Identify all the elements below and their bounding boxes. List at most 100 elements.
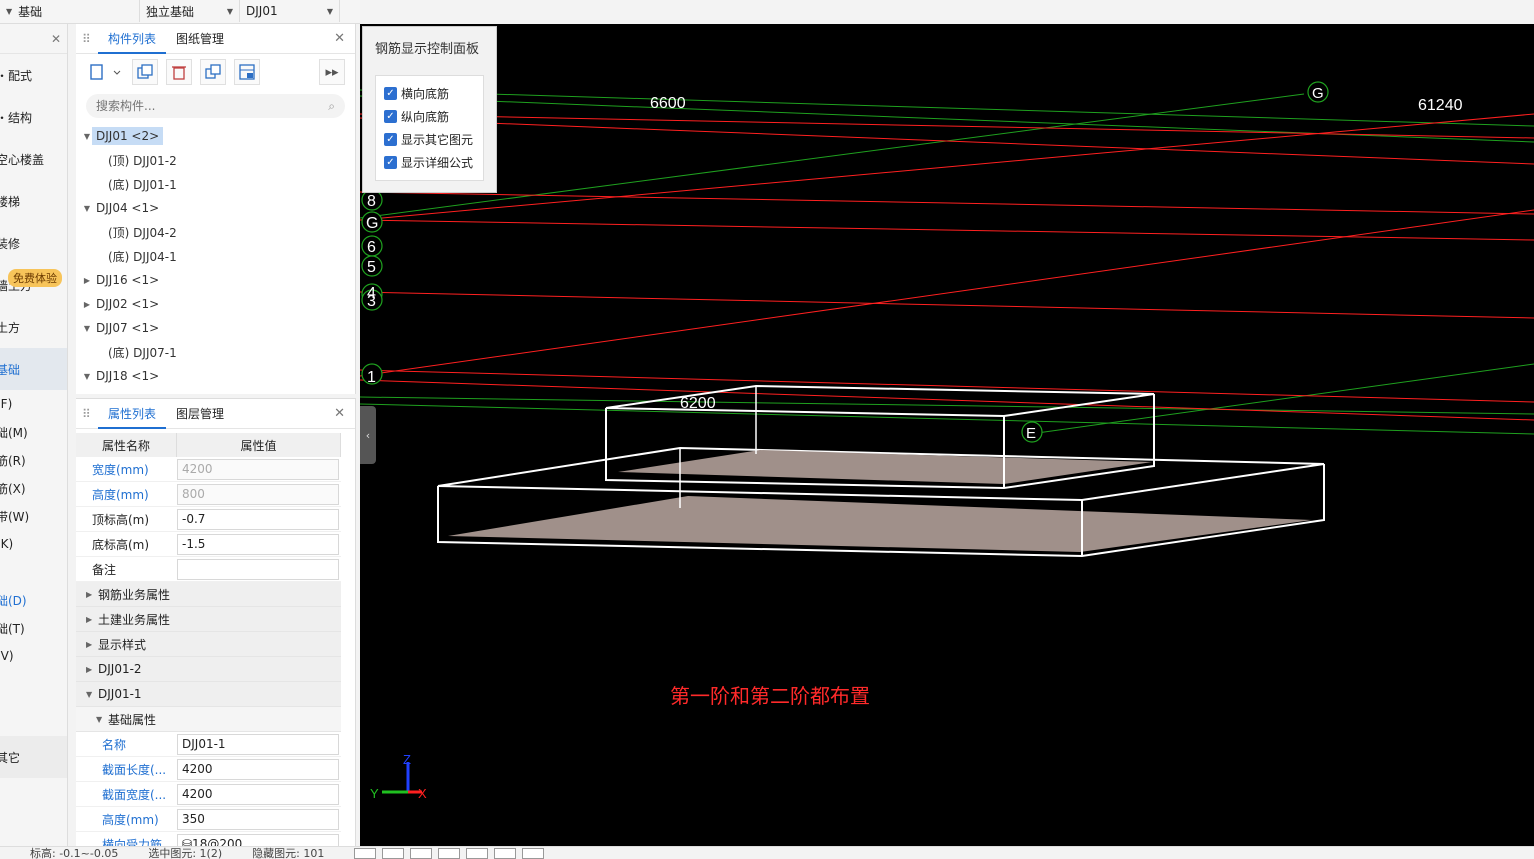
status-tool-button[interactable] bbox=[466, 847, 489, 859]
sidebar-subitem[interactable]: ) bbox=[0, 670, 67, 698]
sidebar-subitem[interactable]: (F) bbox=[0, 390, 67, 418]
sidebar-item-hollow-slab[interactable]: 空心楼盖 bbox=[0, 138, 67, 180]
floor-type-dropdown[interactable]: ▼ 基础 bbox=[0, 0, 140, 22]
tree-item[interactable]: ▼ DJJ01 <2> bbox=[76, 124, 355, 148]
tab-drawing-management[interactable]: 图纸管理 bbox=[166, 24, 234, 54]
drag-handle-icon[interactable]: ⠿ bbox=[82, 32, 91, 46]
sidebar-subitem[interactable]: 筋(X) bbox=[0, 474, 67, 502]
property-group[interactable]: ▶ 土建业务属性 bbox=[76, 607, 341, 632]
sidebar-item-decoration[interactable]: 装修 bbox=[0, 222, 67, 264]
component-list-panel: ⠿ 构件列表 图纸管理 ✕ ▸▸ ⌕ bbox=[76, 24, 356, 394]
close-icon[interactable]: ✕ bbox=[334, 406, 345, 421]
sidebar-subitem[interactable]: 础(T) bbox=[0, 614, 67, 642]
property-group[interactable]: ▶ 钢筋业务属性 bbox=[76, 582, 341, 607]
property-name: 截面宽度(... bbox=[102, 787, 167, 802]
component-tree: ▼ DJJ01 <2> (顶) DJJ01-2 (底) DJJ01-1 ▼ DJJ0… bbox=[76, 124, 355, 388]
chevron-down-icon[interactable]: ▼ bbox=[82, 204, 92, 213]
checkbox-checked-icon[interactable]: ✓ bbox=[384, 133, 397, 146]
chevron-down-icon[interactable]: ▼ bbox=[82, 324, 92, 333]
property-group[interactable]: ▼ DJJ01-1 bbox=[76, 682, 341, 707]
sidebar-item-structure[interactable]: ・结构 bbox=[0, 96, 67, 138]
checkbox-checked-icon[interactable]: ✓ bbox=[384, 156, 397, 169]
property-value-field[interactable]: 350 bbox=[177, 808, 339, 830]
sidebar-subitem[interactable]: (V) bbox=[0, 642, 67, 670]
copy-button[interactable] bbox=[132, 59, 158, 85]
element-name-dropdown[interactable]: DJJ01 ▼ bbox=[240, 0, 340, 22]
sidebar-item-foundation[interactable]: 基础 bbox=[0, 348, 67, 390]
free-trial-badge[interactable]: 免费体验 bbox=[8, 269, 62, 287]
tab-layer-management[interactable]: 图层管理 bbox=[166, 399, 234, 429]
tree-item[interactable]: (顶) DJJ04-2 bbox=[76, 220, 355, 244]
tree-item[interactable]: ▶ DJJ16 <1> bbox=[76, 268, 355, 292]
option-show-other-elements[interactable]: ✓ 显示其它图元 bbox=[384, 128, 483, 151]
property-value-field[interactable]: 4200 bbox=[177, 758, 339, 780]
property-value-field[interactable]: 4200 bbox=[177, 458, 339, 480]
property-value-field[interactable]: -0.7 bbox=[177, 508, 339, 530]
status-tool-button[interactable] bbox=[354, 847, 377, 859]
chevron-right-icon[interactable]: ▶ bbox=[82, 276, 92, 285]
sidebar-subitem[interactable]: 础(M) bbox=[0, 418, 67, 446]
chevron-right-icon[interactable]: ▶ bbox=[82, 300, 92, 309]
sidebar-item-assembly[interactable]: ・配式 bbox=[0, 54, 67, 96]
duplicate-floor-button[interactable] bbox=[200, 59, 226, 85]
tree-item[interactable]: (顶) DJJ01-2 bbox=[76, 148, 355, 172]
sidebar-item-stairs[interactable]: 楼梯 bbox=[0, 180, 67, 222]
viewport-canvas[interactable]: G E 8 G 6 5 4 3 1 6600 61240 6200 Z Y X bbox=[360, 24, 1534, 846]
chevron-down-icon[interactable]: ▼ bbox=[82, 372, 92, 381]
chevron-right-icon: ▶ bbox=[86, 664, 93, 674]
sidebar-item-other[interactable]: 其它 bbox=[0, 736, 67, 778]
tab-property-list[interactable]: 属性列表 bbox=[98, 399, 167, 429]
new-component-button[interactable] bbox=[86, 59, 124, 85]
status-tool-button[interactable] bbox=[494, 847, 517, 859]
tree-item[interactable]: (底) DJJ07-1 bbox=[76, 340, 355, 364]
chevron-down-icon: ▼ bbox=[96, 714, 103, 724]
sidebar-item-earthwork[interactable]: 土方 bbox=[0, 306, 67, 348]
property-group[interactable]: ▶ DJJ01-2 bbox=[76, 657, 341, 682]
tree-item[interactable]: ▶ DJJ02 <1> bbox=[76, 292, 355, 316]
sidebar-subitem[interactable]: 筋(R) bbox=[0, 446, 67, 474]
option-longitudinal-bottom[interactable]: ✓ 纵向底筋 bbox=[384, 105, 483, 128]
option-show-formula[interactable]: ✓ 显示详细公式 bbox=[384, 151, 483, 174]
tab-component-list[interactable]: 构件列表 bbox=[98, 24, 167, 54]
chevron-down-icon[interactable]: ▼ bbox=[82, 132, 92, 141]
checkbox-checked-icon[interactable]: ✓ bbox=[384, 87, 397, 100]
column-header-value: 属性值 bbox=[177, 433, 341, 457]
chevron-down-icon: ▼ bbox=[86, 689, 93, 699]
property-value-field[interactable]: -1.5 bbox=[177, 533, 339, 555]
option-transverse-bottom[interactable]: ✓ 横向底筋 bbox=[384, 82, 483, 105]
property-value-field[interactable] bbox=[177, 558, 339, 580]
more-button[interactable]: ▸▸ bbox=[319, 59, 345, 85]
tree-item[interactable]: (底) DJJ04-1 bbox=[76, 244, 355, 268]
tree-item[interactable]: (底) DJJ01-1 bbox=[76, 172, 355, 196]
property-value-field[interactable]: 4200 bbox=[177, 783, 339, 805]
element-type-dropdown[interactable]: 独立基础 ▼ bbox=[140, 0, 240, 22]
sidebar-subitem[interactable]: 带(W) bbox=[0, 502, 67, 530]
tree-item[interactable]: ▼ DJJ04 <1> bbox=[76, 196, 355, 220]
search-box: ⌕ bbox=[86, 94, 345, 118]
sidebar-subitem[interactable]: ) bbox=[0, 698, 67, 726]
sidebar-subitem[interactable]: ) bbox=[0, 558, 67, 586]
search-input[interactable] bbox=[96, 99, 296, 113]
status-tool-button[interactable] bbox=[410, 847, 433, 859]
status-tool-button[interactable] bbox=[382, 847, 405, 859]
status-tool-button[interactable] bbox=[522, 847, 545, 859]
sidebar-subitem[interactable]: (K) bbox=[0, 530, 67, 558]
status-tool-button[interactable] bbox=[438, 847, 461, 859]
close-icon[interactable]: ✕ bbox=[334, 31, 345, 46]
property-row: 截面宽度(... 4200 bbox=[76, 782, 341, 807]
checkbox-checked-icon[interactable]: ✓ bbox=[384, 110, 397, 123]
property-subgroup[interactable]: ▼ 基础属性 bbox=[76, 707, 341, 732]
3d-viewport[interactable]: G E 8 G 6 5 4 3 1 6600 61240 6200 Z Y X bbox=[360, 24, 1534, 846]
drag-handle-icon[interactable]: ⠿ bbox=[82, 407, 91, 421]
property-value-field[interactable]: 800 bbox=[177, 483, 339, 505]
collapse-panel-button[interactable]: ‹ bbox=[360, 406, 376, 464]
save-template-button[interactable] bbox=[234, 59, 260, 85]
delete-button[interactable] bbox=[166, 59, 192, 85]
tree-item[interactable]: ▼ DJJ07 <1> bbox=[76, 316, 355, 340]
property-group[interactable]: ▶ 显示样式 bbox=[76, 632, 341, 657]
close-icon[interactable]: ✕ bbox=[51, 32, 61, 46]
search-icon[interactable]: ⌕ bbox=[328, 99, 335, 114]
tree-item[interactable]: ▼ DJJ18 <1> bbox=[76, 364, 355, 388]
property-value-field[interactable]: DJJ01-1 bbox=[177, 733, 339, 755]
sidebar-subitem-isolated-foundation[interactable]: 础(D) bbox=[0, 586, 67, 614]
